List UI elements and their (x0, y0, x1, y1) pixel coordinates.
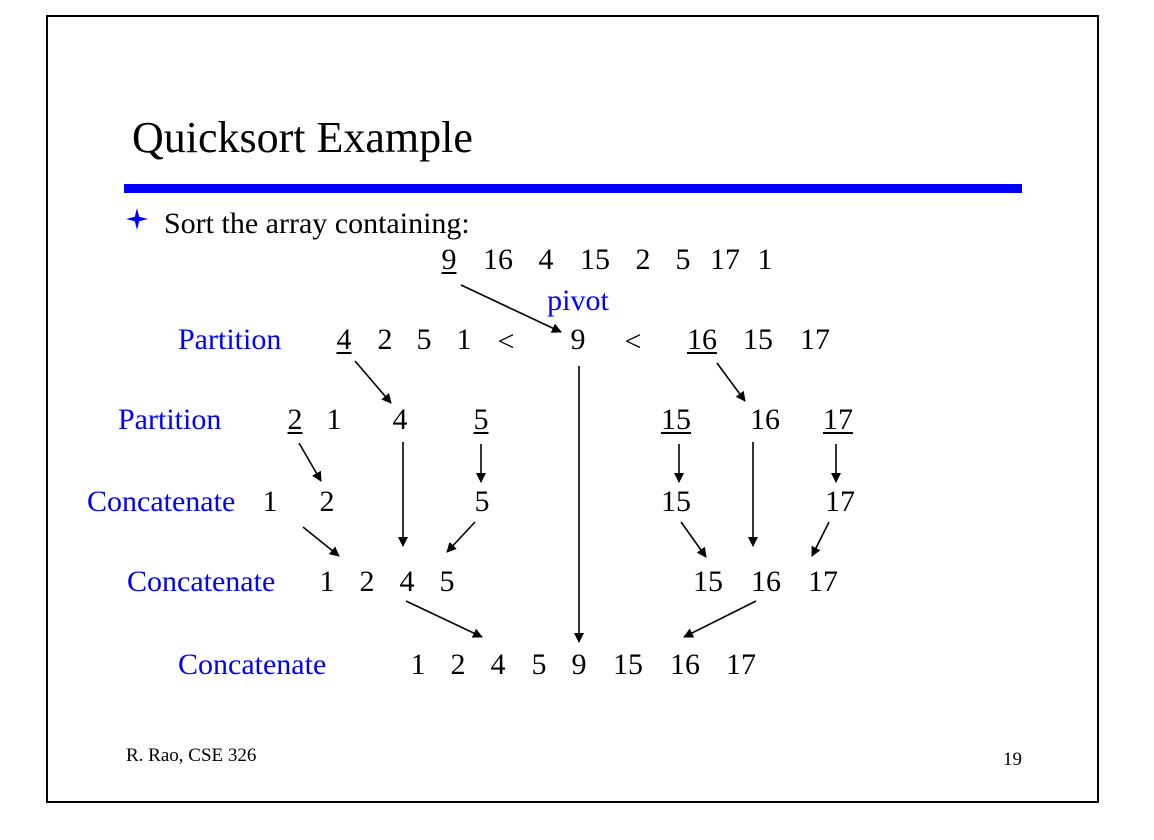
arrow (811, 521, 830, 557)
arrow (405, 600, 483, 638)
slide-footer: R. Rao, CSE 326 (126, 745, 257, 766)
arrow (716, 362, 746, 402)
arrow (680, 521, 707, 558)
arrow (460, 284, 562, 333)
arrow (683, 600, 757, 638)
arrow (302, 526, 340, 557)
page-number: 19 (1003, 749, 1022, 770)
arrow (354, 360, 392, 404)
diagram-arrows (298, 284, 841, 643)
arrow (298, 442, 322, 482)
arrow (446, 521, 476, 553)
